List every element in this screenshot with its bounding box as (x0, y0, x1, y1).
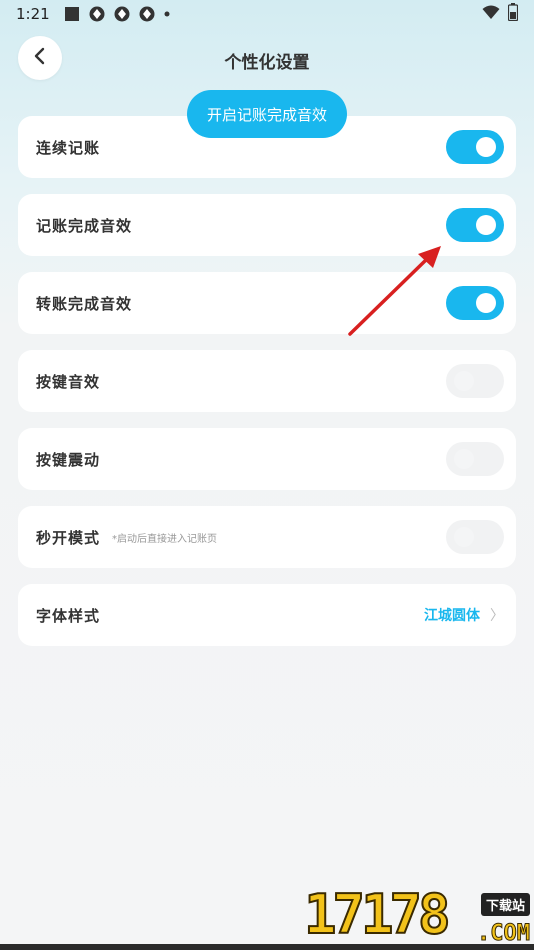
watermark-digits: 17178 (303, 882, 452, 947)
continuous-bookkeeping-toggle[interactable] (446, 130, 504, 164)
setting-label: 连续记账 (36, 138, 101, 157)
app-notification-icon (139, 6, 155, 22)
status-bar: 1:21 (0, 0, 534, 28)
more-notifications-dot-icon (164, 11, 170, 17)
toggle-knob (476, 293, 496, 313)
transfer-complete-sound-toggle[interactable] (446, 286, 504, 320)
setting-key-sound: 按键音效 (18, 350, 516, 412)
key-vibration-toggle[interactable] (446, 442, 504, 476)
toast-message: 开启记账完成音效 (187, 90, 347, 138)
setting-label: 记账完成音效 (36, 216, 133, 235)
setting-hint: *启动后直接进入记账页 (112, 533, 218, 545)
font-style-value[interactable]: 江城圆体 〉 (424, 605, 504, 625)
wifi-icon (482, 5, 500, 24)
setting-label: 转账完成音效 (36, 294, 133, 313)
toggle-knob (454, 449, 474, 469)
setting-quick-open-mode: 秒开模式 *启动后直接进入记账页 (18, 506, 516, 568)
battery-icon (507, 3, 519, 25)
setting-label: 按键震动 (36, 450, 101, 469)
setting-label: 字体样式 (36, 606, 101, 625)
setting-label: 按键音效 (36, 372, 101, 391)
setting-key-vibration: 按键震动 (18, 428, 516, 490)
chevron-right-icon: 〉 (490, 608, 504, 624)
font-style-name: 江城圆体 (424, 608, 480, 624)
key-sound-toggle[interactable] (446, 364, 504, 398)
toggle-knob (454, 371, 474, 391)
bookkeeping-complete-sound-toggle[interactable] (446, 208, 504, 242)
setting-bookkeeping-complete-sound: 记账完成音效 (18, 194, 516, 256)
toggle-knob (476, 215, 496, 235)
page-title: 个性化设置 (224, 53, 310, 73)
toggle-knob (476, 137, 496, 157)
app-notification-icon (114, 6, 130, 22)
setting-transfer-complete-sound: 转账完成音效 (18, 272, 516, 334)
site-watermark-logo: 17178 下载站 .COM (302, 882, 532, 947)
setting-label: 秒开模式 (36, 528, 101, 547)
watermark-tag: 下载站 (480, 893, 530, 916)
status-time: 1:21 (16, 5, 50, 23)
toggle-knob (454, 527, 474, 547)
quick-open-mode-toggle[interactable] (446, 520, 504, 554)
app-notification-icon (89, 6, 105, 22)
notification-square-icon (64, 6, 80, 22)
watermark-com: .COM (477, 921, 531, 947)
setting-font-style[interactable]: 字体样式 江城圆体 〉 (18, 584, 516, 646)
